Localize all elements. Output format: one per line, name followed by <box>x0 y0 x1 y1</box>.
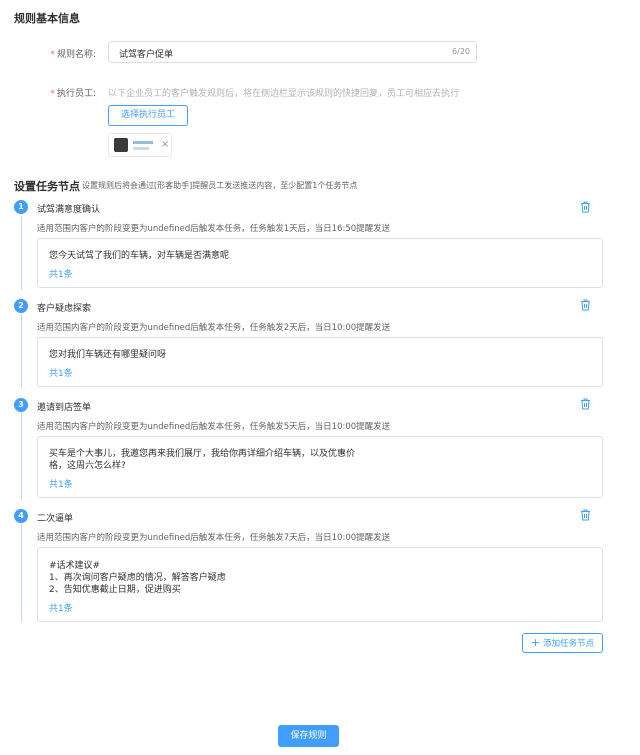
step-number: 1 <box>14 200 28 214</box>
staff-name-redacted <box>133 141 153 144</box>
plus-icon: + <box>530 636 541 649</box>
task-title: 试驾满意度确认 <box>37 205 101 215</box>
task-desc: 适用范围内客户的阶段变更为undefined后触发本任务，任务触发5天后，当日1… <box>37 422 391 432</box>
rule-name-input[interactable]: 试驾客户促单 6/20 <box>108 41 477 63</box>
task-message-count[interactable]: 共1条 <box>49 366 73 379</box>
section-title-basic: 规则基本信息 <box>14 12 80 25</box>
section-title-tasks: 设置任务节点 <box>14 180 80 193</box>
task-message: #话术建议# 1、再次询问客户疑虑的情况，解答客户疑虑 2、告知优惠截止日期，促… <box>49 561 226 595</box>
task-title: 邀请到店签单 <box>37 403 92 413</box>
rule-name-count: 6/20 <box>452 47 470 56</box>
trash-icon[interactable] <box>580 299 591 311</box>
task-message-box[interactable]: 买车是个大事儿，我邀您再来我们展厅，我给你再详细介绍车辆，以及优惠价 格，这周六… <box>37 436 603 498</box>
step-connector-line <box>21 413 22 499</box>
task-message-count[interactable]: 共1条 <box>49 267 73 280</box>
task-message-count[interactable]: 共1条 <box>49 601 73 614</box>
rule-name-value: 试驾客户促单 <box>119 50 174 60</box>
staff-hint: 以下企业员工的客户触发规则后，将在侧边栏显示该规则的快捷回复，员工可相应去执行 <box>108 89 460 99</box>
task-message-box[interactable]: 您对我们车辆还有哪里疑问呀 共1条 <box>37 337 603 387</box>
step-number: 3 <box>14 398 28 412</box>
select-staff-button[interactable]: 选择执行员工 <box>108 105 188 126</box>
task-title: 二次逼单 <box>37 514 74 524</box>
trash-icon[interactable] <box>580 398 591 410</box>
step-connector-line <box>21 524 22 622</box>
add-task-node-button[interactable]: + 添加任务节点 <box>522 633 603 653</box>
step-number: 2 <box>14 299 28 313</box>
staff-avatar <box>114 138 128 152</box>
trash-icon[interactable] <box>580 201 591 213</box>
task-message: 您对我们车辆还有哪里疑问呀 <box>49 350 167 360</box>
selected-staff-tag: × <box>108 133 172 157</box>
step-number: 4 <box>14 509 28 523</box>
step-connector-line <box>21 216 22 290</box>
staff-label: * 执行员工: <box>50 89 96 99</box>
task-message-box[interactable]: #话术建议# 1、再次询问客户疑虑的情况，解答客户疑虑 2、告知优惠截止日期，促… <box>37 547 603 622</box>
step-connector-line <box>21 314 22 387</box>
task-desc: 适用范围内客户的阶段变更为undefined后触发本任务，任务触发1天后，当日1… <box>37 224 391 234</box>
add-task-node-label: 添加任务节点 <box>543 639 595 649</box>
trash-icon[interactable] <box>580 509 591 521</box>
task-title: 客户疑虑探索 <box>37 304 92 314</box>
task-message-box[interactable]: 您今天试驾了我们的车辆，对车辆是否满意呢 共1条 <box>37 238 603 288</box>
task-desc: 适用范围内客户的阶段变更为undefined后触发本任务，任务触发2天后，当日1… <box>37 323 391 333</box>
rule-name-label: * 规则名称: <box>50 50 96 60</box>
save-rule-button[interactable]: 保存规则 <box>278 725 339 747</box>
task-message: 您今天试驾了我们的车辆，对车辆是否满意呢 <box>49 251 230 261</box>
task-desc: 适用范围内客户的阶段变更为undefined后触发本任务，任务触发7天后，当日1… <box>37 533 391 543</box>
staff-dept-redacted <box>133 147 149 150</box>
section-subtitle-tasks: 设置规则后将会通过[形客助手]提醒员工发送推送内容，至少配置1个任务节点 <box>82 181 358 190</box>
close-icon[interactable]: × <box>161 140 169 150</box>
task-message-count[interactable]: 共1条 <box>49 477 73 490</box>
task-message: 买车是个大事儿，我邀您再来我们展厅，我给你再详细介绍车辆，以及优惠价 格，这周六… <box>49 449 356 471</box>
